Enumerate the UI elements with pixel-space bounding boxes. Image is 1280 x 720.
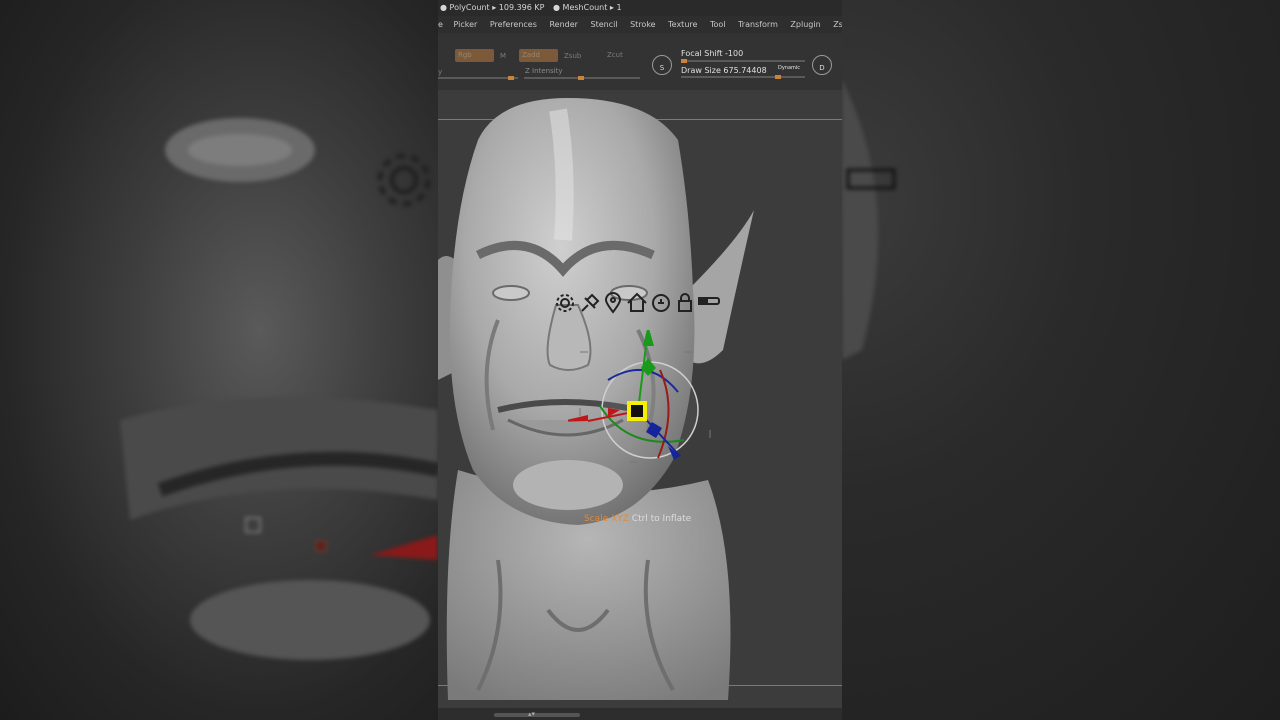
draw-size-readout[interactable]: Draw Size 675.74408	[681, 66, 767, 75]
dynamic-button[interactable]: Dynamic	[778, 65, 800, 71]
menu-render[interactable]: Render	[549, 16, 577, 33]
lazy-mouse-d-button[interactable]: D	[812, 55, 832, 75]
tray-toggle-icon[interactable]: ▴▾	[528, 710, 535, 718]
zsub-button[interactable]: Zsub	[564, 52, 581, 60]
blurred-head-edge	[842, 80, 896, 360]
menu-tool[interactable]: Tool	[710, 16, 726, 33]
zcut-button[interactable]: Zcut	[607, 51, 623, 59]
menu-zscript[interactable]: Zscript	[833, 16, 842, 33]
gizmo-toolbar	[556, 292, 720, 314]
reset-icon[interactable]	[652, 294, 670, 312]
rgb-intensity-slider[interactable]	[438, 76, 518, 80]
zbrush-window: ● PolyCount ▸ 109.396 KP ● MeshCount ▸ 1…	[438, 0, 842, 720]
location-icon[interactable]	[604, 292, 622, 314]
status-bar: ● PolyCount ▸ 109.396 KP ● MeshCount ▸ 1	[438, 0, 842, 16]
focal-shift-readout[interactable]: Focal Shift -100	[681, 49, 743, 58]
menu-stroke[interactable]: Stroke	[630, 16, 656, 33]
m-button[interactable]: M	[500, 52, 506, 60]
rgb-intensity-partial-label: y	[438, 68, 443, 76]
main-menu-bar: e Picker Preferences Render Stencil Stro…	[438, 16, 842, 33]
blurred-background-right	[842, 0, 1280, 720]
gizmo-tooltip: Scale XYZ Ctrl to Inflate	[584, 514, 691, 524]
gear-icon[interactable]	[556, 294, 574, 312]
lock-icon[interactable]	[678, 293, 692, 312]
gizmo-x-cone[interactable]	[568, 415, 588, 422]
tooltip-action: Scale XYZ	[584, 514, 629, 524]
menu-preferences[interactable]: Preferences	[490, 16, 537, 33]
menu-picker[interactable]: Picker	[453, 16, 477, 33]
blurred-background-left	[0, 0, 438, 720]
canvas-viewport[interactable]: Scale XYZ Ctrl to Inflate	[438, 90, 842, 720]
menu-transform[interactable]: Transform	[738, 16, 778, 33]
gizmo-center-handle[interactable]	[627, 401, 647, 421]
toggle-icon[interactable]	[698, 297, 720, 305]
d-label: D	[819, 64, 825, 72]
blurred-face-closeup	[120, 118, 438, 660]
z-intensity-label: Z Intensity	[525, 67, 563, 75]
draw-size-slider[interactable]	[681, 75, 805, 79]
transform-gizmo[interactable]	[568, 330, 728, 490]
menu-stencil[interactable]: Stencil	[590, 16, 617, 33]
meshcount-readout: ● MeshCount ▸ 1	[553, 3, 622, 12]
polycount-readout: ● PolyCount ▸ 109.396 KP	[440, 3, 545, 12]
rgb-button[interactable]: Rgb	[455, 49, 494, 62]
menu-partial[interactable]: e	[438, 16, 443, 33]
s-label: S	[659, 64, 665, 72]
top-toolbar: Rgb M Zadd Zsub Zcut y Z Intensity S Foc…	[438, 33, 842, 91]
tooltip-hint: Ctrl to Inflate	[631, 514, 692, 524]
home-icon[interactable]	[627, 292, 647, 312]
zadd-button[interactable]: Zadd	[519, 49, 558, 62]
gizmo-y-cone[interactable]	[643, 330, 654, 346]
lazy-mouse-s-button[interactable]: S	[652, 55, 672, 75]
pin-icon[interactable]	[581, 293, 600, 312]
focal-shift-slider[interactable]	[681, 59, 805, 63]
menu-zplugin[interactable]: Zplugin	[790, 16, 820, 33]
tray-drag-handle[interactable]	[494, 713, 580, 717]
menu-texture[interactable]: Texture	[668, 16, 697, 33]
bottom-tray-handle[interactable]: ▴▾	[438, 708, 842, 720]
z-intensity-slider[interactable]	[524, 76, 640, 80]
